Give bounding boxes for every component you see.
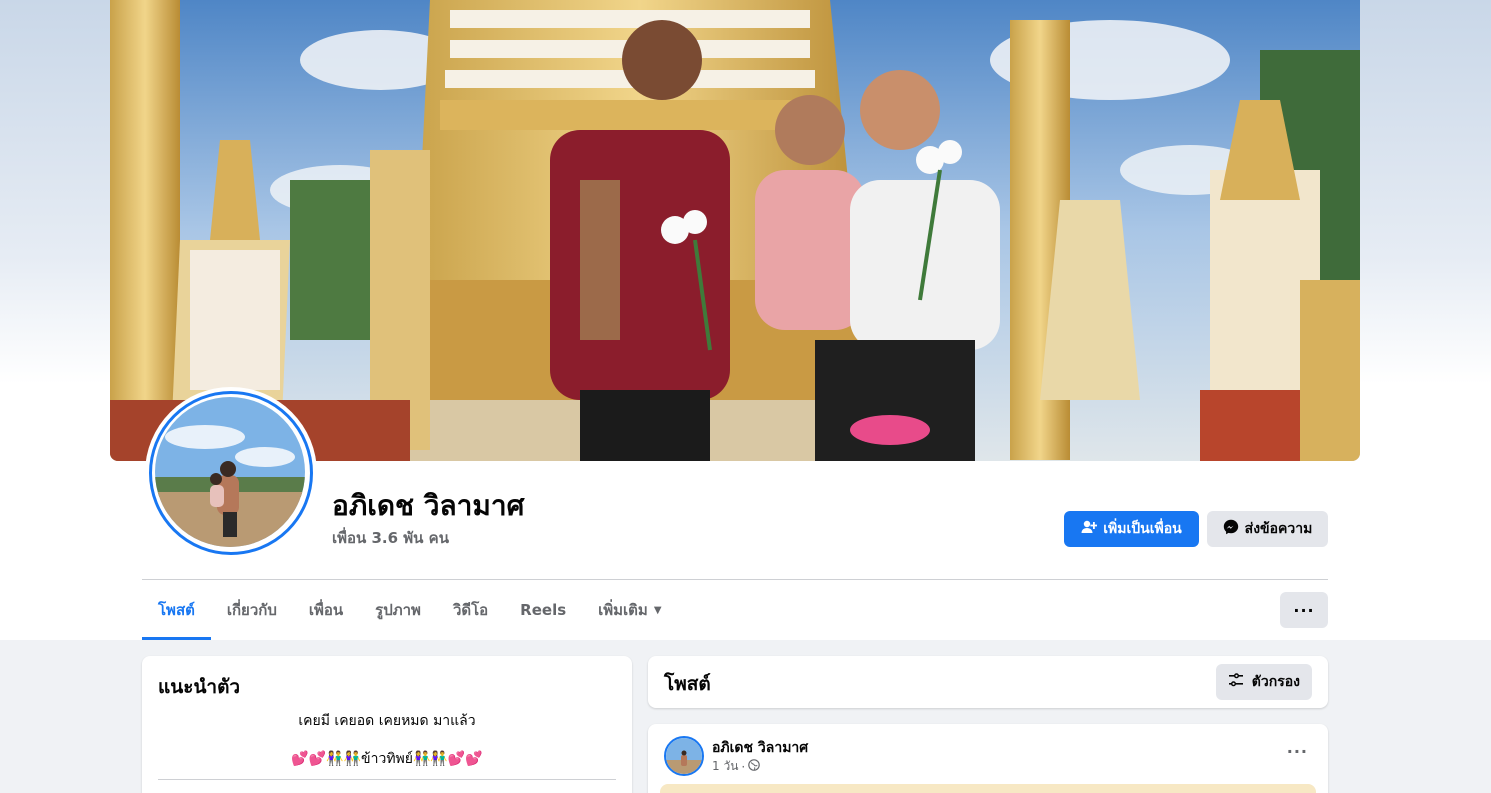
cover-photo[interactable] xyxy=(110,0,1360,461)
intro-bio-line2: 💕💕👫👫ข้าวทิพย์👫👫💕💕 xyxy=(291,751,483,767)
filter-label: ตัวกรอง xyxy=(1251,674,1300,690)
post-options-button[interactable]: ··· xyxy=(1287,742,1308,761)
intro-bio-line1: เคยมี เคยอด เคยหมด มาแล้ว xyxy=(298,713,476,729)
posts-header-card: โพสต์ ตัวกรอง xyxy=(648,656,1328,708)
tab-friends[interactable]: เพื่อน xyxy=(293,580,359,640)
intro-title: แนะนำตัว xyxy=(158,676,241,698)
post-author-name[interactable]: อภิเดช วิลามาศ xyxy=(712,737,808,759)
add-friend-button[interactable]: เพิ่มเป็นเพื่อน xyxy=(1064,511,1199,547)
meta-separator: · xyxy=(741,759,746,774)
profile-name: อภิเดช วิลามาศ xyxy=(332,489,525,522)
messenger-icon xyxy=(1223,519,1239,539)
tab-videos[interactable]: วิดีโอ xyxy=(437,580,504,640)
intro-card: แนะนำตัว เคยมี เคยอด เคยหมด มาแล้ว 💕💕👫👫ข… xyxy=(142,656,632,793)
add-friend-label: เพิ่มเป็นเพื่อน xyxy=(1103,521,1182,537)
message-label: ส่งข้อความ xyxy=(1244,521,1313,537)
tab-posts[interactable]: โพสต์ xyxy=(142,580,211,640)
post-content-background xyxy=(660,784,1316,793)
profile-avatar[interactable] xyxy=(145,387,317,559)
intro-divider xyxy=(158,779,616,780)
caret-down-icon: ▼ xyxy=(653,604,662,616)
post-author-avatar[interactable] xyxy=(664,736,704,776)
filter-icon xyxy=(1228,672,1244,692)
message-button[interactable]: ส่งข้อความ xyxy=(1207,511,1328,547)
tab-more[interactable]: เพิ่มเติม ▼ xyxy=(582,580,677,640)
add-user-icon xyxy=(1081,519,1098,539)
tab-about[interactable]: เกี่ยวกับ xyxy=(211,580,293,640)
filter-button[interactable]: ตัวกรอง xyxy=(1215,664,1312,700)
tab-photos[interactable]: รูปภาพ xyxy=(359,580,437,640)
posts-title: โพสต์ xyxy=(664,673,711,695)
profile-tabs: โพสต์ เกี่ยวกับ เพื่อน รูปภาพ วิดีโอ Ree… xyxy=(142,580,678,640)
globe-icon xyxy=(748,759,761,774)
tab-reels[interactable]: Reels xyxy=(504,580,582,640)
post-card: อภิเดช วิลามาศ 1 วัน · ··· xyxy=(648,724,1328,793)
friends-count[interactable]: เพื่อน 3.6 พัน คน xyxy=(332,526,449,550)
post-time[interactable]: 1 วัน xyxy=(712,757,738,776)
more-dots-icon: ··· xyxy=(1293,600,1315,620)
profile-more-button[interactable]: ··· xyxy=(1280,592,1328,628)
post-meta: 1 วัน · xyxy=(712,757,761,776)
